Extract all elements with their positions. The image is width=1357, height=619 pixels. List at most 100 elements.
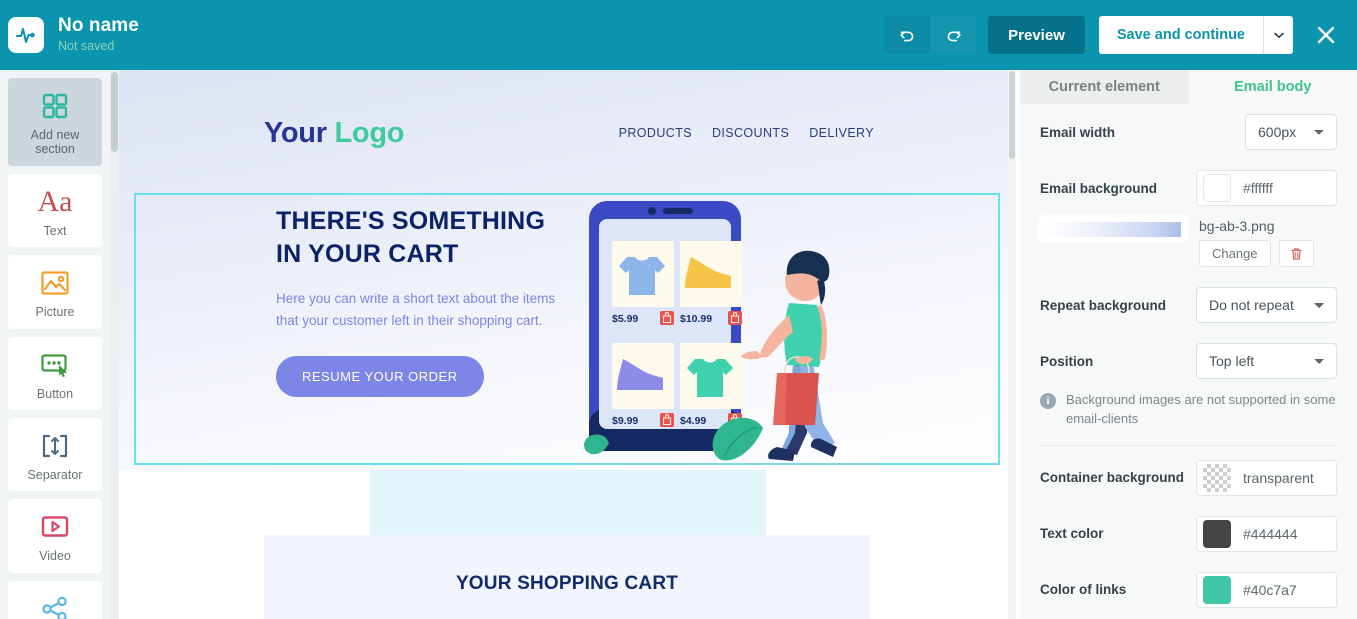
background-support-note: i Background images are not supported in… (1040, 389, 1337, 445)
container-background-color-field[interactable]: transparent (1196, 459, 1337, 496)
shopping-cart-title: YOUR SHOPPING CART (455, 573, 679, 594)
email-builder-app: No name Not saved Preview Save and conti… (0, 0, 1357, 619)
sidebar-item-separator[interactable]: Separator (8, 417, 102, 492)
sidebar-item-label: Picture (35, 305, 75, 320)
row-color-of-links: Color of links #40c7a7 (1040, 562, 1337, 618)
trash-icon (1290, 247, 1302, 260)
sidebar-item-text[interactable]: Aa Text (8, 173, 102, 248)
position-select[interactable]: Top left (1196, 343, 1337, 379)
undo-arrow-icon (899, 30, 914, 41)
row-text-color: Text color #444444 (1040, 506, 1337, 562)
resume-order-button[interactable]: RESUME YOUR ORDER (276, 356, 484, 397)
tab-current-element[interactable]: Current element (1020, 70, 1189, 104)
text-color-field[interactable]: #444444 (1196, 515, 1337, 552)
repeat-background-label: Repeat background (1040, 297, 1167, 313)
sidebar-item-label: Add new section (30, 128, 80, 157)
email-canvas[interactable]: Your Logo PRODUCTS DISCOUNTS DELIVERY TH… (119, 70, 1015, 619)
video-play-icon (40, 510, 70, 544)
color-of-links-field[interactable]: #40c7a7 (1196, 571, 1337, 608)
svg-text:$10.99: $10.99 (680, 313, 712, 325)
redo-arrow-icon (947, 30, 961, 41)
nav-link-products[interactable]: PRODUCTS (619, 126, 692, 140)
sidebar-item-video[interactable]: Video (8, 499, 102, 573)
panel-tabs: Current element Email body (1020, 70, 1357, 104)
sidebar-item-picture[interactable]: Picture (8, 255, 102, 329)
color-swatch[interactable] (1203, 463, 1231, 492)
row-email-width: Email width 600px (1040, 104, 1337, 160)
sidebar-item-add-new-section[interactable]: Add new section (8, 78, 102, 166)
nav-link-delivery[interactable]: DELIVERY (809, 126, 874, 140)
container-background-value: transparent (1243, 469, 1314, 486)
share-nodes-icon (40, 592, 70, 619)
sidebar-item-label: Button (36, 386, 74, 401)
shopping-cart-section[interactable]: YOUR SHOPPING CART (264, 535, 870, 619)
close-x-icon (1317, 26, 1335, 44)
email-logo: Your Logo (264, 117, 404, 150)
close-button[interactable] (1309, 18, 1343, 52)
container-background-label: Container background (1040, 470, 1185, 486)
background-image-actions: Change (1199, 240, 1314, 267)
sidebar-item-button[interactable]: Button (8, 336, 102, 410)
color-swatch[interactable] (1203, 575, 1231, 604)
row-container-background: Container background transparent (1040, 450, 1337, 506)
background-image-strip (1044, 221, 1181, 237)
tools-sidebar: Add new section Aa Text Picture Button S… (0, 70, 110, 619)
email-body: Your Logo PRODUCTS DISCOUNTS DELIVERY TH… (119, 70, 1015, 619)
svg-text:$9.99: $9.99 (612, 415, 638, 427)
preview-button[interactable]: Preview (988, 16, 1085, 54)
scrollbar-thumb[interactable] (111, 72, 118, 152)
background-image-meta: bg-ab-3.png Change (1199, 218, 1314, 267)
top-actions: Preview Save and continue (884, 16, 1357, 54)
save-button-group: Save and continue (1098, 16, 1293, 54)
color-swatch[interactable] (1203, 519, 1231, 548)
svg-text:$4.99: $4.99 (680, 415, 706, 427)
email-nav: PRODUCTS DISCOUNTS DELIVERY (619, 126, 874, 140)
color-of-links-value: #40c7a7 (1243, 581, 1297, 598)
repeat-background-select[interactable]: Do not repeat (1196, 287, 1337, 323)
text-color-label: Text color (1040, 526, 1104, 542)
separator-arrows-icon (40, 429, 70, 463)
info-icon: i (1040, 393, 1056, 409)
row-position: Position Top left (1040, 333, 1337, 389)
delete-background-button[interactable] (1278, 240, 1314, 267)
change-background-button[interactable]: Change (1199, 240, 1271, 267)
chevron-down-icon (1273, 32, 1284, 38)
background-support-note-text: Background images are not supported in s… (1066, 392, 1336, 426)
save-dropdown-button[interactable] (1263, 16, 1293, 54)
svg-text:$5.99: $5.99 (612, 313, 638, 325)
email-background-label: Email background (1040, 180, 1158, 196)
redo-button[interactable] (930, 16, 977, 54)
row-email-background: Email background #ffffff (1040, 160, 1337, 216)
email-background-color-field[interactable]: #ffffff (1196, 170, 1337, 206)
color-swatch[interactable] (1203, 174, 1231, 202)
position-label: Position (1040, 353, 1094, 369)
tab-email-body[interactable]: Email body (1188, 70, 1357, 104)
properties-panel: Current element Email body Email width 6… (1020, 70, 1357, 619)
logo-first-word: Your (264, 116, 327, 149)
panel-rows: Email width 600px Email background #ffff… (1020, 104, 1357, 618)
text-aa-icon: Aa (37, 184, 73, 218)
project-title-block: No name Not saved (58, 15, 139, 54)
sidebar-item-social[interactable]: Social (8, 580, 102, 619)
hero-title: THERE'S SOMETHING IN YOUR CART (276, 205, 576, 270)
row-repeat-background: Repeat background Do not repeat (1040, 277, 1337, 333)
background-image-thumbnail[interactable] (1040, 218, 1185, 240)
email-width-label: Email width (1040, 124, 1116, 140)
undo-button[interactable] (884, 16, 931, 54)
picture-icon (40, 266, 70, 300)
logo-second-word: Logo (334, 116, 405, 149)
email-header[interactable]: Your Logo PRODUCTS DISCOUNTS DELIVERY (264, 98, 874, 168)
hero-title-line-1: THERE'S SOMETHING (276, 207, 546, 235)
hero-text-block[interactable]: THERE'S SOMETHING IN YOUR CART Here you … (276, 205, 576, 397)
scrollbar-thumb[interactable] (1009, 71, 1015, 159)
button-cursor-icon (40, 348, 70, 382)
email-width-select[interactable]: 600px (1245, 114, 1337, 150)
sidebar-item-label: Video (39, 549, 71, 564)
save-and-continue-button[interactable]: Save and continue (1098, 16, 1263, 54)
hero-title-line-2: IN YOUR CART (276, 239, 459, 268)
nav-link-discounts[interactable]: DISCOUNTS (712, 126, 789, 140)
save-status: Not saved (58, 39, 115, 54)
canvas-scrollbar-left[interactable] (110, 70, 119, 619)
pulse-icon (8, 17, 44, 53)
canvas-scrollbar-right[interactable] (1008, 70, 1016, 619)
